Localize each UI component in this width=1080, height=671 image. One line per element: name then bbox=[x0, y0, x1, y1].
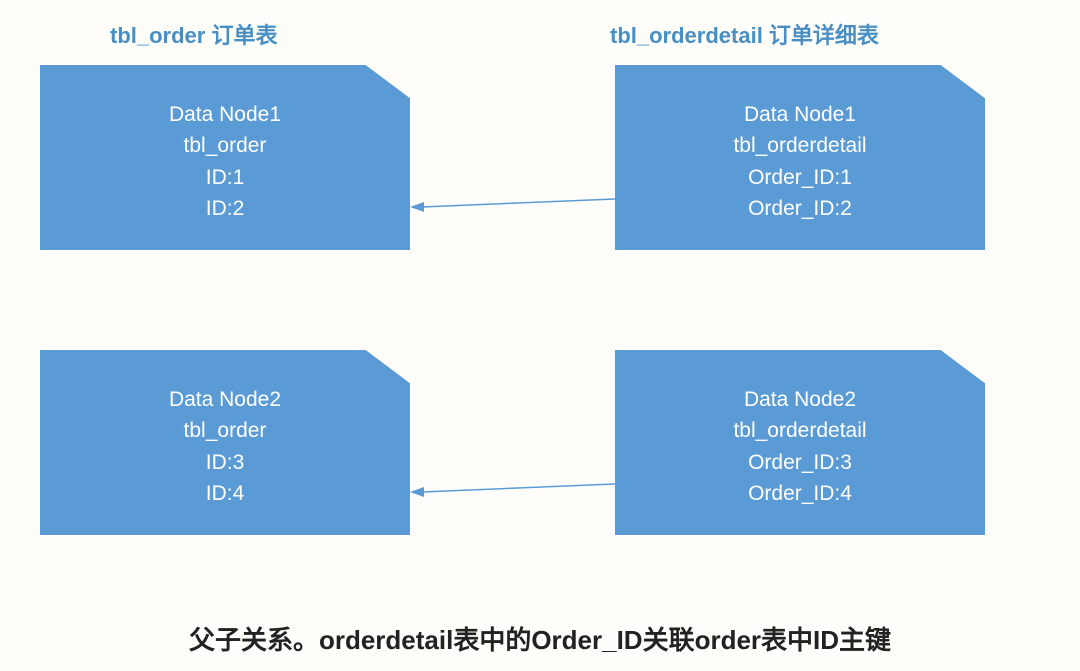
relation-arrow-bottom bbox=[410, 492, 615, 494]
node-order-2: Data Node2 tbl_order ID:3 ID:4 bbox=[40, 350, 410, 535]
diagram-caption: 父子关系。orderdetail表中的Order_ID关联order表中ID主键 bbox=[0, 620, 1080, 657]
node-id-line: ID:4 bbox=[169, 478, 281, 510]
node-title: Data Node2 bbox=[169, 384, 281, 416]
node-table: tbl_order bbox=[169, 415, 281, 447]
node-orderdetail-1: Data Node1 tbl_orderdetail Order_ID:1 Or… bbox=[615, 65, 985, 250]
node-table: tbl_order bbox=[169, 130, 281, 162]
node-id-line: Order_ID:1 bbox=[733, 162, 866, 194]
node-table: tbl_orderdetail bbox=[733, 130, 866, 162]
node-id-line: ID:3 bbox=[169, 447, 281, 479]
node-title: Data Node1 bbox=[733, 99, 866, 131]
node-title: Data Node1 bbox=[169, 99, 281, 131]
node-orderdetail-2: Data Node2 tbl_orderdetail Order_ID:3 Or… bbox=[615, 350, 985, 535]
node-table: tbl_orderdetail bbox=[733, 415, 866, 447]
left-table-title: tbl_order 订单表 bbox=[110, 18, 277, 50]
node-title: Data Node2 bbox=[733, 384, 866, 416]
node-id-line: ID:2 bbox=[169, 193, 281, 225]
relation-arrow-top bbox=[410, 207, 615, 209]
right-table-title: tbl_orderdetail 订单详细表 bbox=[610, 18, 879, 50]
node-id-line: Order_ID:2 bbox=[733, 193, 866, 225]
node-id-line: Order_ID:4 bbox=[733, 478, 866, 510]
node-id-line: ID:1 bbox=[169, 162, 281, 194]
node-order-1: Data Node1 tbl_order ID:1 ID:2 bbox=[40, 65, 410, 250]
node-id-line: Order_ID:3 bbox=[733, 447, 866, 479]
